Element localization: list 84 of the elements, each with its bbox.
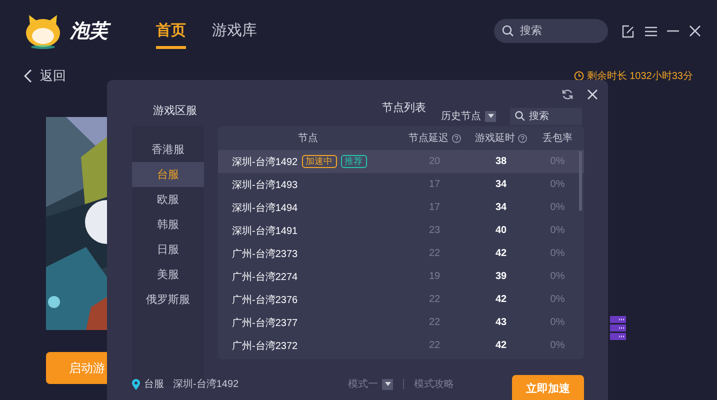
packet-loss: 0% [550, 179, 565, 190]
table-row[interactable]: 广州-台湾2372 22 42 0% [218, 334, 584, 357]
nav-tab[interactable]: 游戏库 [212, 13, 257, 49]
clock-icon [574, 71, 584, 81]
node-name: 深圳-台湾1494 [232, 202, 298, 214]
history-dropdown[interactable]: 历史节点 [441, 109, 496, 123]
node-name: 深圳-台湾1491 [232, 224, 298, 238]
nav-tab[interactable]: 首页 [156, 13, 186, 49]
packet-loss: 0% [550, 225, 565, 236]
node-name: 广州-台湾2376 [232, 294, 298, 306]
table-row[interactable]: 深圳-台湾1494 17 34 0% [218, 196, 584, 219]
section-title: 游戏区服 [152, 104, 198, 118]
node-name: 广州-台湾2377 [232, 316, 298, 330]
packet-loss: 0% [550, 248, 565, 259]
region-item[interactable]: 俄罗斯服 [132, 287, 204, 312]
node-delay: 19 [428, 271, 440, 282]
scrollbar[interactable] [579, 151, 582, 211]
game-latency: 42 [495, 340, 507, 351]
table-row[interactable]: 深圳-台湾1491 23 40 0% [218, 219, 584, 242]
packet-loss: 0% [550, 294, 565, 305]
search-field[interactable]: 搜索 [510, 108, 582, 124]
edit-icon[interactable] [622, 24, 635, 38]
menu-icon[interactable] [645, 26, 657, 36]
game-latency: 40 [495, 225, 507, 236]
region-item[interactable]: 欧服 [132, 187, 204, 212]
search-field[interactable]: 搜索 [494, 19, 608, 43]
search-input[interactable]: 搜索 [520, 25, 590, 37]
server-stack-icon [610, 316, 626, 340]
caret-down-icon [384, 382, 390, 386]
recommend-tag: 推荐 [340, 155, 367, 168]
mascot-logo-icon [24, 13, 62, 49]
table-row[interactable]: 广州-台湾2376 22 42 0% [218, 288, 584, 311]
search-icon [502, 25, 514, 37]
column-header: 节点 [298, 132, 318, 145]
help-icon [518, 134, 527, 142]
close-icon[interactable] [587, 89, 598, 100]
game-latency: 43 [495, 317, 507, 328]
game-latency: 42 [495, 248, 507, 259]
node-delay: 17 [428, 179, 440, 190]
node-name: 广州-台湾2274 [232, 270, 298, 284]
selected-node-label: 深圳-台湾1492 [173, 378, 239, 391]
region-item[interactable]: 美服 [132, 262, 204, 287]
refresh-icon[interactable] [562, 89, 573, 100]
game-latency: 38 [495, 156, 507, 167]
packet-loss: 0% [550, 202, 565, 213]
node-delay: 22 [428, 340, 440, 351]
back-button[interactable]: 返回 [24, 67, 66, 85]
node-delay: 22 [428, 294, 440, 305]
search-input[interactable]: 搜索 [529, 110, 573, 122]
table-row[interactable]: 深圳-台湾1493 17 34 0% [218, 173, 584, 196]
table-row[interactable]: 广州-台湾2274 19 39 0% [218, 265, 584, 288]
game-latency: 34 [495, 179, 507, 190]
column-header: 节点延迟 [408, 132, 448, 145]
region-item[interactable]: 香港服 [132, 137, 204, 162]
caret-down-icon [488, 114, 494, 118]
node-delay: 23 [428, 225, 440, 236]
help-icon [452, 134, 460, 142]
node-name: 深圳-台湾1492 [232, 156, 298, 168]
game-latency: 42 [495, 294, 507, 305]
node-delay: 22 [428, 248, 440, 259]
node-delay: 22 [428, 317, 440, 328]
selected-region: 台服 [144, 378, 164, 391]
column-header: 游戏延时 [475, 132, 515, 145]
chevron-left-icon [24, 69, 32, 83]
game-latency: 34 [495, 202, 507, 213]
region-item[interactable]: 台服 [132, 162, 204, 187]
close-icon[interactable] [689, 25, 701, 37]
node-name: 广州-台湾2372 [232, 340, 298, 352]
node-delay: 17 [428, 202, 440, 213]
game-latency: 39 [495, 271, 507, 282]
packet-loss: 0% [550, 317, 565, 328]
section-title: 节点列表 [382, 100, 426, 114]
table-row[interactable]: 广州-台湾2377 22 43 0% [218, 311, 584, 334]
node-name: 广州-台湾2373 [232, 248, 298, 260]
packet-loss: 0% [550, 271, 565, 282]
remaining-time: 剩余时长 1032小时33分 [586, 70, 693, 83]
region-item[interactable]: 韩服 [132, 212, 204, 237]
region-item[interactable]: 日服 [132, 237, 204, 262]
status-tag: 加速中 [302, 155, 337, 168]
search-icon [515, 111, 525, 121]
table-row[interactable]: 广州-台湾2373 22 42 0% [218, 242, 584, 265]
node-name: 深圳-台湾1493 [232, 178, 298, 192]
column-header: 丢包率 [542, 132, 572, 145]
packet-loss: 0% [550, 340, 565, 351]
